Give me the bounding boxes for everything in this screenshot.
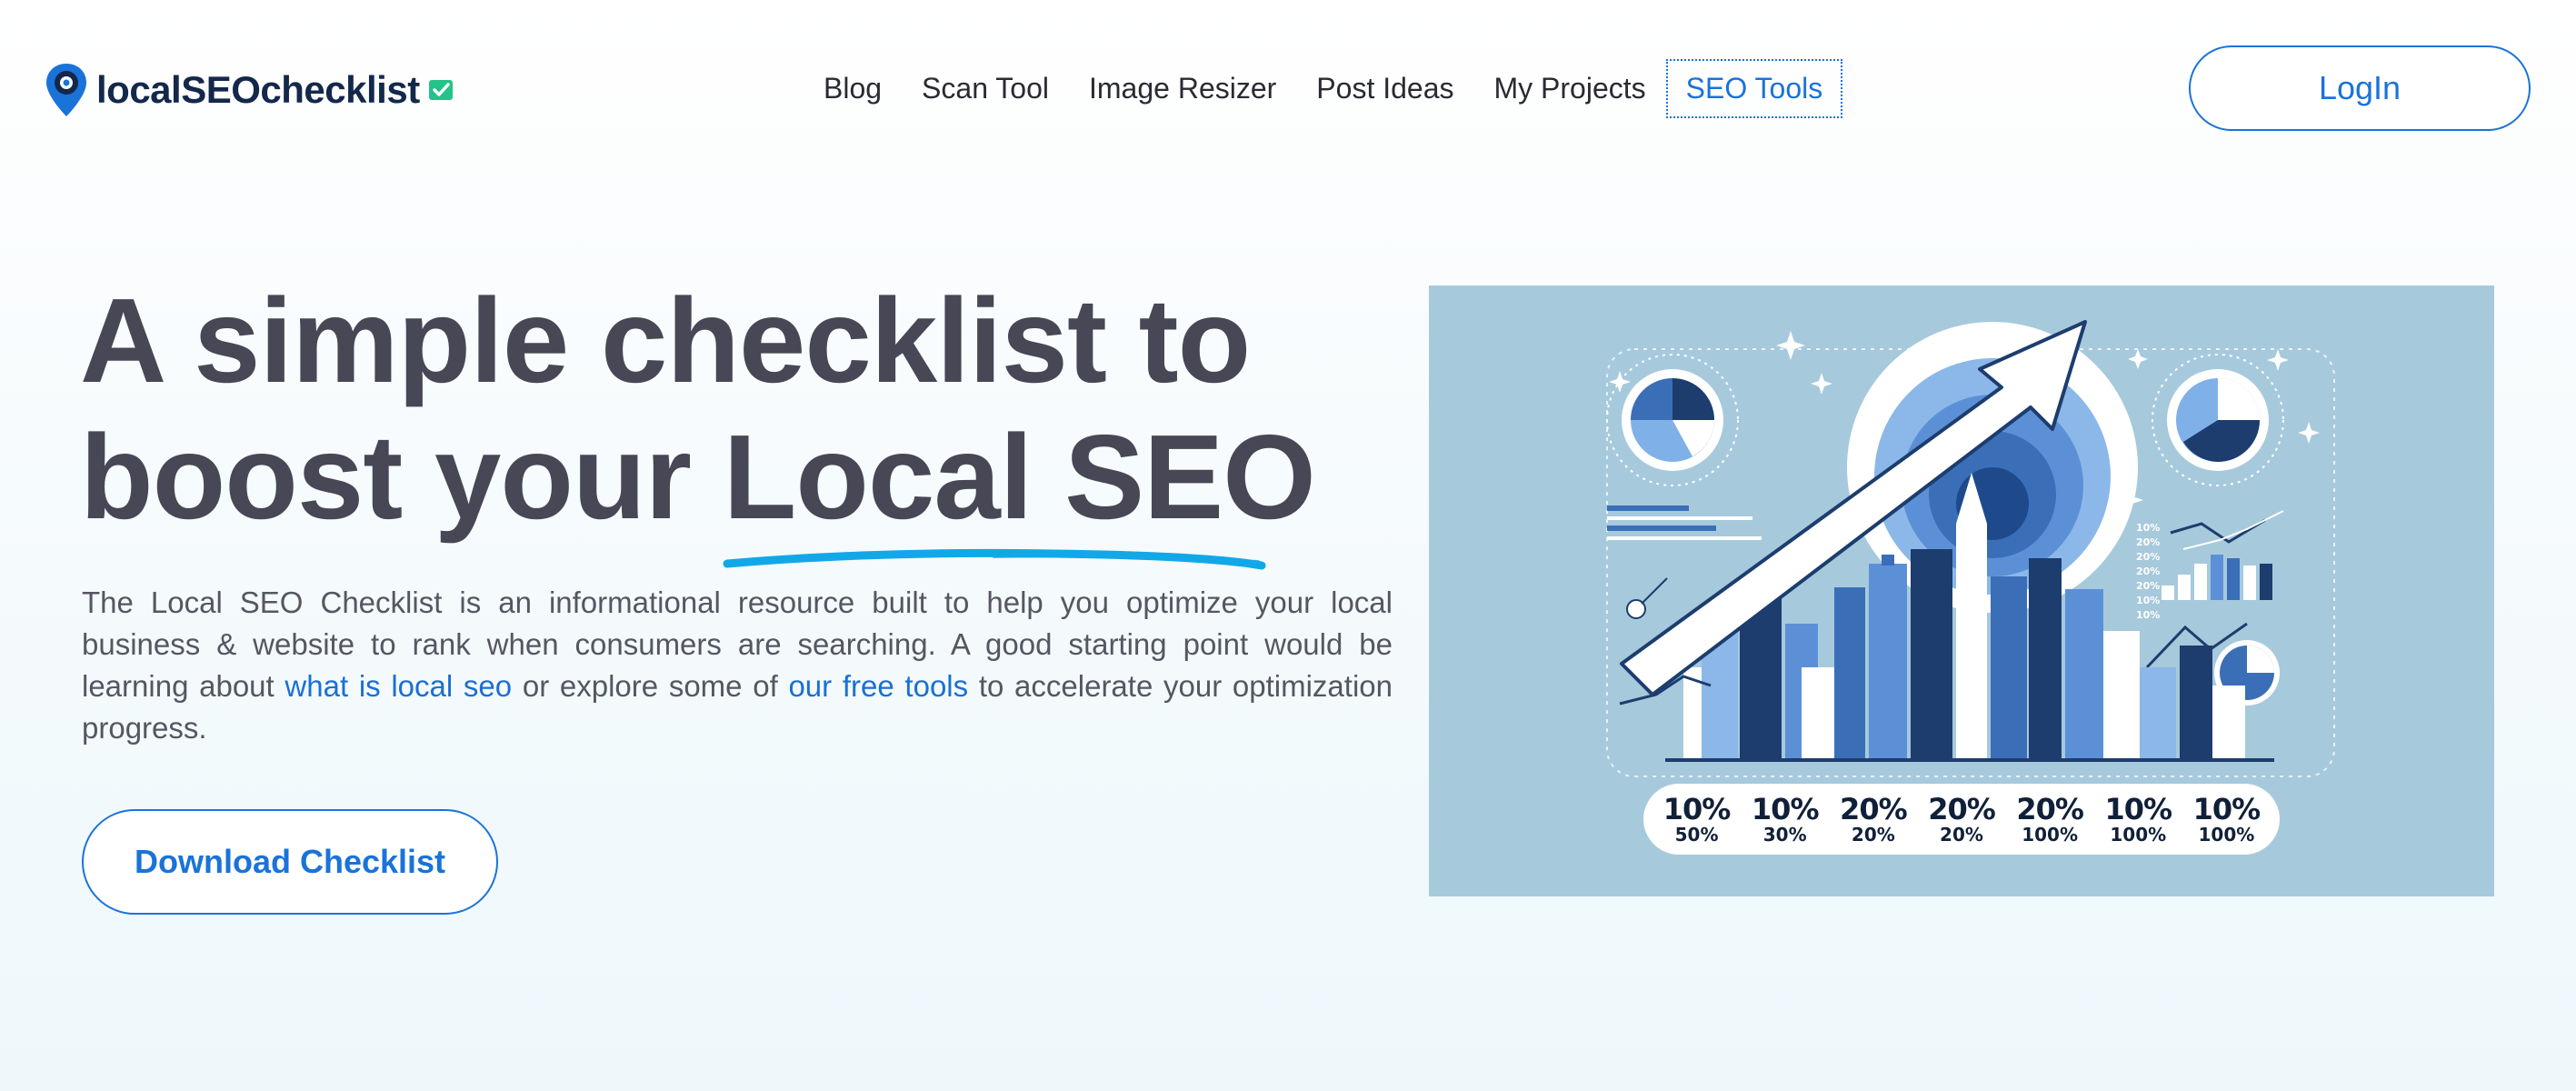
pct-item-bottom: 30%	[1762, 824, 1807, 846]
hero-highlight-text: Local SEO	[723, 410, 1316, 544]
pct-item-top: 10%	[2104, 792, 2172, 826]
side-pct-5: 20%	[2136, 580, 2160, 592]
nav-my-projects[interactable]: My Projects	[1494, 72, 1646, 105]
pct-item-top: 20%	[2016, 792, 2084, 826]
nav-scan-tool[interactable]: Scan Tool	[922, 72, 1049, 105]
pct-item: 10% 100%	[2104, 794, 2172, 845]
logo-text: localSEOchecklist	[96, 68, 420, 111]
side-pct-4: 20%	[2136, 566, 2160, 577]
hero-title-prefix: boost your	[80, 410, 724, 544]
pct-item-bottom: 100%	[2198, 824, 2255, 846]
pie-chart-icon-left	[1606, 354, 1739, 486]
pct-item-top: 10%	[1751, 792, 1820, 826]
pct-item-bottom: 20%	[1940, 824, 1983, 846]
pct-item: 20% 20%	[1840, 792, 1908, 846]
hero-description: The Local SEO Checklist is an informatio…	[82, 582, 1393, 749]
site-logo[interactable]: localSEOchecklist	[44, 60, 454, 120]
hero-title: A simple checklist to boost your Local S…	[80, 273, 1353, 570]
free-tools-link[interactable]: our free tools	[788, 669, 968, 703]
pct-item-bottom: 100%	[2110, 824, 2167, 846]
hero-title-line-2: boost your Local SEO	[80, 409, 1353, 570]
pct-item-top: 10%	[1662, 792, 1732, 826]
pct-item-top: 10%	[2192, 792, 2261, 826]
pie-chart-icon-right	[2152, 354, 2284, 486]
pct-item-top: 20%	[1840, 792, 1908, 826]
download-checklist-button[interactable]: Download Checklist	[82, 809, 498, 915]
brush-underline	[723, 548, 1266, 570]
location-pin-icon	[46, 64, 86, 116]
nav-blog[interactable]: Blog	[824, 72, 882, 105]
pct-item: 10% 50%	[1662, 792, 1732, 846]
nav-post-ideas[interactable]: Post Ideas	[1316, 72, 1453, 105]
what-is-local-seo-link[interactable]: what is local seo	[285, 669, 512, 703]
main-nav: Blog Scan Tool Image Resizer Post Ideas …	[824, 56, 1843, 120]
pct-item: 10% 100%	[2193, 794, 2261, 845]
hero-title-highlight: Local SEO	[723, 409, 1316, 570]
side-pct-3: 20%	[2136, 551, 2160, 563]
percentage-strip: 10% 50% 10% 30% 20% 20% 20% 20% 20% 100% 10% 1…	[1643, 784, 2280, 855]
side-pct-1: 10%	[2136, 522, 2160, 534]
checkmark-badge-icon	[428, 80, 453, 100]
nav-seo-tools[interactable]: SEO Tools	[1665, 58, 1843, 118]
side-pct-7: 10%	[2136, 609, 2160, 621]
login-button[interactable]: LogIn	[2189, 45, 2531, 131]
pct-item-bottom: 50%	[1674, 824, 1719, 846]
pct-item-top: 20%	[1928, 792, 1996, 826]
horizontal-bars-graphic	[1607, 505, 1762, 540]
pct-item: 10% 30%	[1751, 792, 1820, 846]
side-pct-6: 10%	[2136, 595, 2160, 606]
hero-desc-text-2: or explore some of	[512, 669, 789, 703]
site-header: localSEOchecklist Blog Scan Tool Image R…	[0, 0, 2576, 182]
pct-item: 20% 20%	[1928, 792, 1996, 846]
nav-image-resizer[interactable]: Image Resizer	[1089, 72, 1276, 105]
side-percent-list: 10% 20% 20% 20% 20% 10% 10%	[2136, 522, 2160, 621]
hero-title-line-1: A simple checklist to	[80, 274, 1251, 407]
pct-item-bottom: 20%	[1851, 824, 1895, 846]
mini-bar-chart-graphic	[2162, 510, 2284, 600]
pct-item-bottom: 100%	[2022, 824, 2079, 846]
hero-illustration: 10% 20% 20% 20% 20% 10% 10% 10% 50% 10% …	[1429, 285, 2494, 896]
side-pct-2: 20%	[2136, 536, 2160, 548]
pct-item: 20% 100%	[2016, 792, 2084, 846]
